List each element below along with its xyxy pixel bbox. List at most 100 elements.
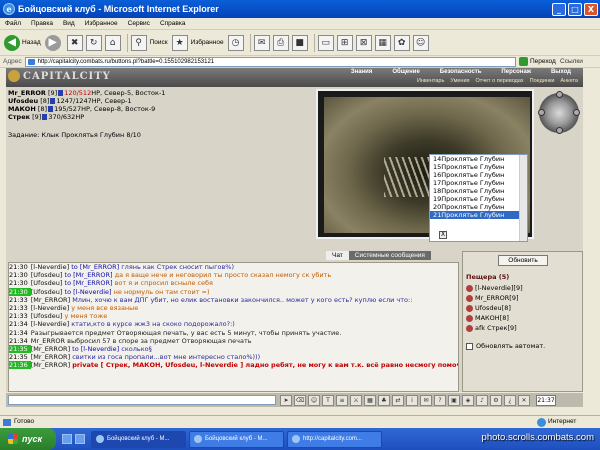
monster-select-list[interactable]: 14Проклятье Глубин 15Проклятье Глубин 16… xyxy=(429,154,528,242)
info-icon[interactable] xyxy=(42,114,48,120)
print-icon[interactable]: ⎙ xyxy=(272,34,289,51)
chat-sender[interactable]: [Ufosdeu] xyxy=(31,312,63,320)
subnav-transfers[interactable]: Отчет о переводах xyxy=(473,78,527,84)
shield-icon[interactable]: ◈ xyxy=(462,394,474,406)
home-icon[interactable]: ⌂ xyxy=(104,34,121,51)
tab-chat[interactable]: Чат xyxy=(326,251,349,260)
subnav-inventory[interactable]: Инвентарь xyxy=(414,78,447,84)
subnav-skills[interactable]: Умения xyxy=(447,78,472,84)
maximize-button[interactable]: □ xyxy=(568,2,582,16)
list-item[interactable]: 15Проклятье Глубин xyxy=(430,163,527,171)
list-item[interactable]: МАКОН[8] xyxy=(466,313,582,323)
start-button[interactable]: пуск xyxy=(0,428,56,450)
move-north-icon[interactable] xyxy=(556,91,563,98)
translit-icon[interactable]: T xyxy=(322,394,334,406)
menu-tools[interactable]: Сервис xyxy=(123,20,155,27)
back-button[interactable]: ◀ Назад xyxy=(4,34,41,51)
list-scrollbar[interactable] xyxy=(519,155,527,241)
exit-icon[interactable]: ✕ xyxy=(518,394,530,406)
plugin-icon-2[interactable]: ⊠ xyxy=(355,34,372,51)
forward-button[interactable]: ▶ xyxy=(44,34,63,51)
plugin-icon-1[interactable]: ⊞ xyxy=(336,34,353,51)
map-icon[interactable]: ▦ xyxy=(364,394,376,406)
move-west-icon[interactable] xyxy=(538,109,545,116)
links-button[interactable]: Ссылки xyxy=(556,58,600,65)
mail-icon[interactable]: ✉ xyxy=(253,34,270,51)
list-item[interactable]: [l-Neverdie][9] xyxy=(466,283,582,293)
chat-sender[interactable]: [Mr_ERROR] xyxy=(31,353,70,361)
stop-icon[interactable]: ✖ xyxy=(66,34,83,51)
list-item[interactable]: 19Проклятье Глубин xyxy=(430,195,527,203)
list-item[interactable]: Ufosdeu[8] xyxy=(466,303,582,313)
help-icon[interactable]: ¿ xyxy=(504,394,516,406)
party-member[interactable]: Стрек [9] 370/632HP xyxy=(8,113,308,121)
search-button[interactable]: ⚲ Поиск xyxy=(130,34,168,51)
menu-help[interactable]: Справка xyxy=(155,20,191,27)
list-item[interactable]: 20Проклятье Глубин xyxy=(430,203,527,211)
chat-sender[interactable]: [Mr_ERROR] xyxy=(31,345,70,353)
party-member[interactable]: Mr_ERROR [9] 120/512HP, Север-5, Восток-1 xyxy=(8,89,308,97)
list-item[interactable]: 14Проклятье Глубин xyxy=(430,155,527,163)
quicklaunch-desktop-icon[interactable] xyxy=(75,434,85,444)
nav-character[interactable]: Персонаж xyxy=(491,69,541,75)
list-item[interactable]: 17Проклятье Глубин xyxy=(430,179,527,187)
history-icon[interactable]: ◷ xyxy=(227,34,244,51)
move-east-icon[interactable] xyxy=(573,109,580,116)
send-icon[interactable]: ➤ xyxy=(280,394,292,406)
chat-sender[interactable]: [l-Neverdie] xyxy=(31,304,69,312)
move-south-icon[interactable] xyxy=(556,127,563,134)
menu-favorites[interactable]: Избранное xyxy=(80,20,123,27)
refresh-icon[interactable]: ↻ xyxy=(85,34,102,51)
smile-icon[interactable]: ☺ xyxy=(308,394,320,406)
close-button[interactable]: X xyxy=(584,2,598,16)
party-member[interactable]: Ufosdeu [8] 1247/1247HP, Север-1 xyxy=(8,97,308,105)
quicklaunch-ie-icon[interactable] xyxy=(62,434,72,444)
list-item[interactable]: Mr_ERROR[9] xyxy=(466,293,582,303)
nav-knowledge[interactable]: Знания xyxy=(341,69,383,75)
party-member[interactable]: МАКОН [8] 195/527HP, Север-8, Восток-9 xyxy=(8,105,308,113)
friends-icon[interactable]: ♣ xyxy=(378,394,390,406)
list-item[interactable]: afk Стрек[9] xyxy=(466,323,582,333)
address-input[interactable]: http://capitalcity.combats.ru/buttons.pl… xyxy=(24,56,516,67)
favorites-button[interactable]: ★ Избранное xyxy=(171,34,224,51)
info-icon[interactable]: i xyxy=(406,394,418,406)
taskbar-item[interactable]: Бойцовский клуб - M... xyxy=(189,430,284,448)
chat-sender[interactable]: Mr_ERROR xyxy=(31,337,65,345)
go-button[interactable]: Переход xyxy=(516,57,556,66)
chat-sender[interactable]: [l-Neverdie] xyxy=(31,320,69,328)
sound-icon[interactable]: ♪ xyxy=(476,394,488,406)
taskbar-item[interactable]: http://capitalcity.com... xyxy=(287,430,382,448)
note-icon[interactable]: ▭ xyxy=(317,34,334,51)
close-list-icon[interactable]: X xyxy=(439,231,447,239)
chat-sender[interactable]: [Ufosdeu] xyxy=(31,271,63,279)
tab-system-messages[interactable]: Системные сообщения xyxy=(348,251,431,260)
chat-log[interactable]: 21:30 [l-Neverdie] to [Mr_ERROR] глянь ка… xyxy=(8,262,459,392)
info-icon[interactable] xyxy=(50,98,56,104)
chat-sender[interactable]: [Ufosdeu] xyxy=(31,288,63,296)
menu-file[interactable]: Файл xyxy=(0,20,26,27)
nav-communication[interactable]: Общение xyxy=(382,69,429,75)
quest-icon[interactable]: ? xyxy=(434,394,446,406)
list-item[interactable]: 18Проклятье Глубин xyxy=(430,187,527,195)
subnav-profile[interactable]: Анкета xyxy=(557,78,581,84)
chat-input[interactable] xyxy=(8,395,276,405)
info-icon[interactable] xyxy=(58,90,64,96)
info-icon[interactable] xyxy=(48,106,54,112)
subnav-battles[interactable]: Поединки xyxy=(527,78,558,84)
list-item-selected[interactable]: 21Проклятье Глубин xyxy=(430,211,527,219)
mail-icon[interactable]: ✉ xyxy=(420,394,432,406)
chat-sender[interactable]: [Ufosdeu] xyxy=(31,279,63,287)
bag-icon[interactable]: ▣ xyxy=(448,394,460,406)
filter-icon[interactable]: ≡ xyxy=(336,394,348,406)
auto-refresh-checkbox[interactable]: Обновлять автомат. xyxy=(466,342,545,350)
settings-icon[interactable]: ⚙ xyxy=(490,394,502,406)
fight-icon[interactable]: ⚔ xyxy=(350,394,362,406)
list-item[interactable]: 16Проклятье Глубин xyxy=(430,171,527,179)
messenger-icon[interactable]: ☺ xyxy=(412,34,429,51)
nav-exit[interactable]: Выход xyxy=(541,69,581,75)
menu-edit[interactable]: Правка xyxy=(26,20,58,27)
nav-security[interactable]: Безопасность xyxy=(430,69,492,75)
plugin-icon-4[interactable]: ✿ xyxy=(393,34,410,51)
edit-icon[interactable]: ■ xyxy=(291,34,308,51)
plugin-icon-3[interactable]: ▦ xyxy=(374,34,391,51)
